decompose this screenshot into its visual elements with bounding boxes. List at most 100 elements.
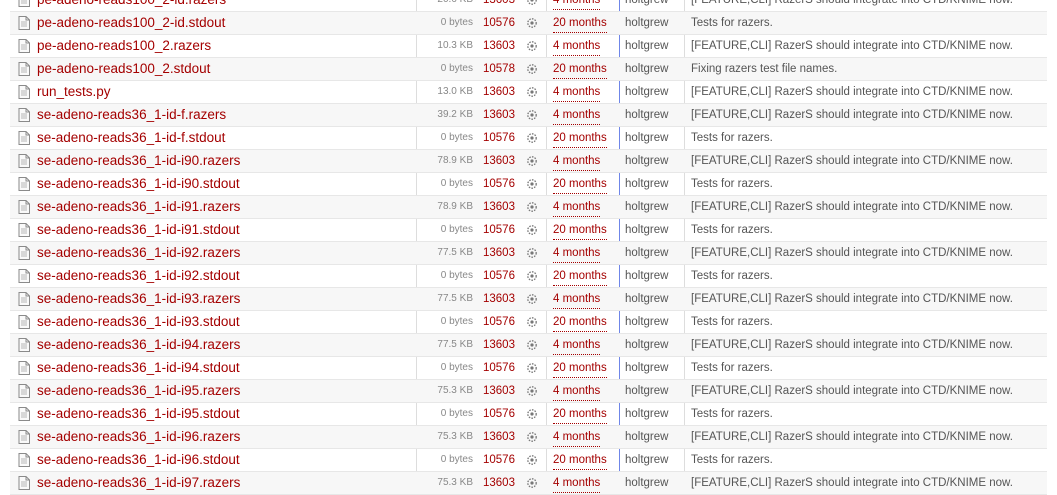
file-size: 0 bytes [440, 132, 473, 143]
file-name-link[interactable]: se-adeno-reads36_1-id-i93.razers [37, 288, 417, 310]
age-link[interactable]: 4 months [553, 290, 601, 309]
file-size: 75.3 KB [437, 431, 473, 442]
file-name-link[interactable]: se-adeno-reads36_1-id-i96.stdout [37, 449, 417, 471]
age-link[interactable]: 20 months [553, 267, 607, 286]
file-name-link[interactable]: pe-adeno-reads100_2.razers [37, 35, 417, 57]
file-name-link[interactable]: se-adeno-reads36_1-id-i90.razers [37, 150, 417, 172]
revision-icon[interactable] [526, 58, 540, 80]
revision-link[interactable]: 10576 [483, 311, 519, 333]
revision-icon[interactable] [526, 12, 540, 34]
revision-icon[interactable] [526, 173, 540, 195]
revision-icon[interactable] [526, 334, 540, 356]
file-name-link[interactable]: se-adeno-reads36_1-id-i91.razers [37, 196, 417, 218]
age-link[interactable]: 4 months [553, 37, 601, 56]
file-name-link[interactable]: pe-adeno-reads100_2-id.stdout [37, 12, 417, 34]
revision-link[interactable]: 13603 [483, 35, 519, 57]
age-link[interactable]: 4 months [553, 106, 601, 125]
revision-icon[interactable] [526, 380, 540, 402]
commit-message: [FEATURE,CLI] RazerS should integrate in… [691, 40, 1013, 52]
revision-link[interactable]: 13603 [483, 104, 519, 126]
revision-icon[interactable] [526, 150, 540, 172]
revision-link[interactable]: 10578 [483, 58, 519, 80]
file-name-link[interactable]: se-adeno-reads36_1-id-i91.stdout [37, 219, 417, 241]
age-link[interactable]: 20 months [553, 14, 607, 33]
revision-icon[interactable] [526, 426, 540, 448]
file-name-link[interactable]: se-adeno-reads36_1-id-i92.razers [37, 242, 417, 264]
age-link[interactable]: 20 months [553, 313, 607, 332]
age-link[interactable]: 20 months [553, 60, 607, 79]
age-link[interactable]: 20 months [553, 405, 607, 424]
revision-icon[interactable] [526, 472, 540, 494]
age-link[interactable]: 4 months [553, 152, 601, 171]
file-name-link[interactable]: se-adeno-reads36_1-id-i92.stdout [37, 265, 417, 287]
table-row: se-adeno-reads36_1-id-i95.razers 75.3 KB 1… [10, 380, 1047, 403]
revision-icon[interactable] [526, 265, 540, 287]
author-name: holtgrew [625, 270, 669, 282]
age-link[interactable]: 4 months [553, 382, 601, 401]
revision-link[interactable]: 10576 [483, 265, 519, 287]
revision-icon[interactable] [526, 127, 540, 149]
file-name-link[interactable]: pe-adeno-reads100_2.stdout [37, 58, 417, 80]
table-row: se-adeno-reads36_1-id-i90.razers 78.9 KB 1… [10, 150, 1047, 173]
revision-link[interactable]: 13603 [483, 472, 519, 494]
age-link[interactable]: 20 months [553, 129, 607, 148]
revision-icon[interactable] [526, 311, 540, 333]
file-name-link[interactable]: run_tests.py [37, 81, 417, 103]
revision-icon[interactable] [526, 35, 540, 57]
revision-link[interactable]: 10576 [483, 173, 519, 195]
age-link[interactable]: 4 months [553, 428, 601, 447]
age-link[interactable]: 4 months [553, 244, 601, 263]
age-link[interactable]: 20 months [553, 359, 607, 378]
revision-link[interactable]: 10576 [483, 12, 519, 34]
file-name-link[interactable]: se-adeno-reads36_1-id-i94.razers [37, 334, 417, 356]
revision-icon[interactable] [526, 0, 540, 11]
age-link[interactable]: 4 months [553, 336, 601, 355]
age-link[interactable]: 4 months [553, 474, 601, 493]
revision-link[interactable]: 13603 [483, 242, 519, 264]
revision-link[interactable]: 10576 [483, 127, 519, 149]
file-name-link[interactable]: se-adeno-reads36_1-id-i95.razers [37, 380, 417, 402]
file-name-link[interactable]: se-adeno-reads36_1-id-i96.razers [37, 426, 417, 448]
revision-icon[interactable] [526, 242, 540, 264]
revision-link[interactable]: 13603 [483, 81, 519, 103]
commit-message: [FEATURE,CLI] RazerS should integrate in… [691, 109, 1013, 121]
file-name-link[interactable]: se-adeno-reads36_1-id-i94.stdout [37, 357, 417, 379]
author-name: holtgrew [625, 477, 669, 489]
table-row: pe-adeno-reads100_2.stdout 0 bytes 10578 20… [10, 58, 1047, 81]
revision-link[interactable]: 13603 [483, 334, 519, 356]
age-link[interactable]: 4 months [553, 0, 601, 10]
revision-link[interactable]: 13603 [483, 150, 519, 172]
file-name-link[interactable]: se-adeno-reads36_1-id-i95.stdout [37, 403, 417, 425]
age-link[interactable]: 4 months [553, 83, 601, 102]
age-link[interactable]: 20 months [553, 175, 607, 194]
revision-link[interactable]: 10576 [483, 219, 519, 241]
file-icon [18, 426, 32, 448]
file-name-link[interactable]: pe-adeno-reads100_2-id.razers [37, 0, 417, 11]
revision-icon[interactable] [526, 196, 540, 218]
revision-icon[interactable] [526, 104, 540, 126]
age-link[interactable]: 20 months [553, 451, 607, 470]
revision-link[interactable]: 10576 [483, 449, 519, 471]
age-link[interactable]: 4 months [553, 198, 601, 217]
revision-icon[interactable] [526, 357, 540, 379]
file-name-link[interactable]: se-adeno-reads36_1-id-f.razers [37, 104, 417, 126]
revision-link[interactable]: 10576 [483, 403, 519, 425]
revision-link[interactable]: 13603 [483, 426, 519, 448]
revision-icon[interactable] [526, 219, 540, 241]
file-name-link[interactable]: se-adeno-reads36_1-id-f.stdout [37, 127, 417, 149]
file-name-link[interactable]: se-adeno-reads36_1-id-i97.razers [37, 472, 417, 494]
file-name-link[interactable]: se-adeno-reads36_1-id-i93.stdout [37, 311, 417, 333]
revision-icon[interactable] [526, 288, 540, 310]
revision-icon[interactable] [526, 449, 540, 471]
revision-link[interactable]: 13603 [483, 380, 519, 402]
commit-message: [FEATURE,CLI] RazerS should integrate in… [691, 293, 1013, 305]
revision-icon[interactable] [526, 403, 540, 425]
revision-icon[interactable] [526, 81, 540, 103]
revision-link[interactable]: 10576 [483, 357, 519, 379]
revision-link[interactable]: 13603 [483, 288, 519, 310]
file-icon [18, 242, 32, 264]
age-link[interactable]: 20 months [553, 221, 607, 240]
revision-link[interactable]: 13603 [483, 0, 519, 11]
revision-link[interactable]: 13603 [483, 196, 519, 218]
file-name-link[interactable]: se-adeno-reads36_1-id-i90.stdout [37, 173, 417, 195]
